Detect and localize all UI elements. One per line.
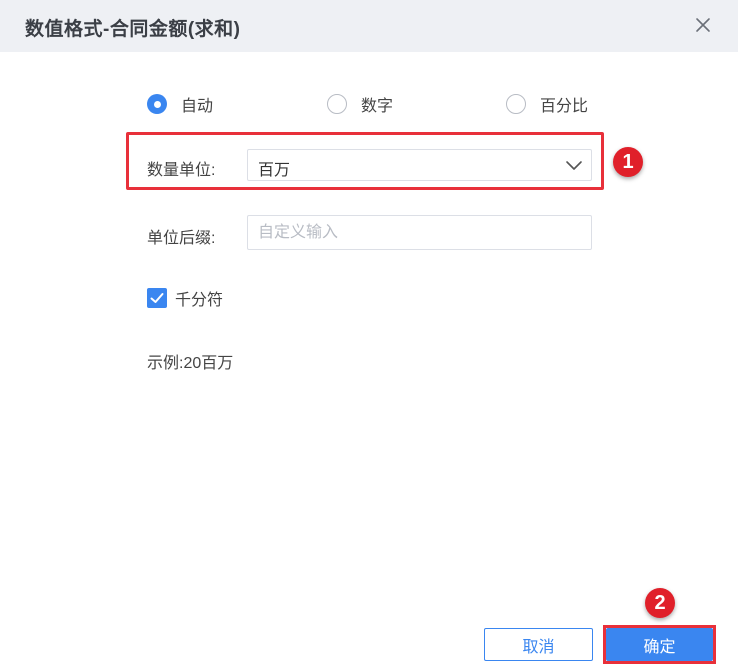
radio-unchecked-icon (327, 94, 347, 114)
radio-unchecked-icon (506, 94, 526, 114)
number-format-dialog: 数值格式-合同金额(求和) 自动 数字 百分比 数量单位: 百万 1 单位后缀: (0, 0, 738, 671)
cancel-button[interactable]: 取消 (484, 628, 593, 661)
checkbox-checked-icon (147, 288, 167, 308)
thousands-separator-checkbox[interactable]: 千分符 (147, 286, 223, 310)
suffix-label: 单位后缀: (147, 230, 216, 247)
suffix-input[interactable] (247, 215, 592, 250)
dialog-header: 数值格式-合同金额(求和) (0, 0, 738, 52)
radio-auto[interactable]: 自动 (147, 92, 213, 116)
format-type-radio-group: 自动 数字 百分比 (147, 92, 607, 116)
radio-checked-icon (147, 94, 167, 114)
close-icon[interactable] (693, 15, 713, 35)
thousands-separator-label: 千分符 (175, 292, 224, 309)
radio-percent[interactable]: 百分比 (506, 92, 588, 116)
unit-label: 数量单位: (147, 162, 216, 179)
radio-number[interactable]: 数字 (327, 92, 393, 116)
radio-percent-label: 百分比 (540, 98, 589, 115)
annotation-badge-2: 2 (645, 588, 675, 618)
unit-select-value: 百万 (258, 162, 291, 179)
radio-number-label: 数字 (361, 98, 394, 115)
chevron-down-icon (566, 161, 582, 170)
radio-auto-label: 自动 (181, 98, 214, 115)
ok-button[interactable]: 确定 (606, 628, 713, 661)
dialog-title: 数值格式-合同金额(求和) (25, 19, 241, 40)
annotation-badge-1: 1 (613, 147, 643, 177)
format-example-text: 示例:20百万 (147, 355, 234, 372)
unit-select[interactable]: 百万 (247, 149, 592, 181)
